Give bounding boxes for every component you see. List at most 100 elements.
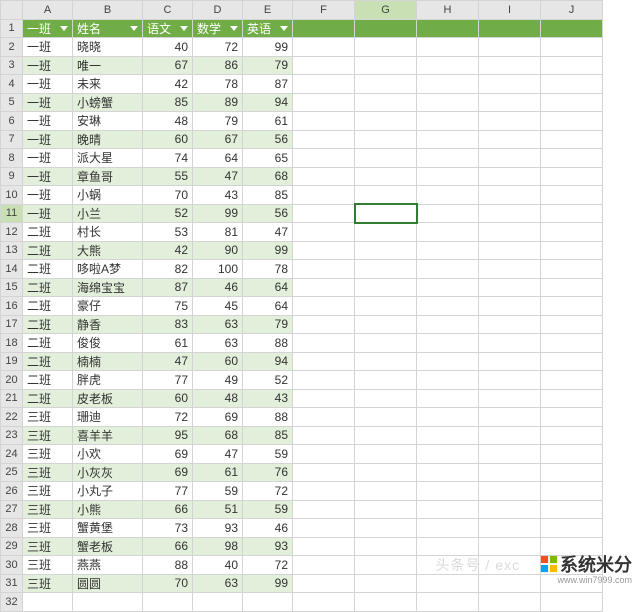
cell-I31[interactable] xyxy=(479,574,541,593)
cell-H17[interactable] xyxy=(417,315,479,334)
row-header-17[interactable]: 17 xyxy=(1,315,23,334)
cell-A11[interactable]: 一班 xyxy=(23,204,73,223)
cell-H5[interactable] xyxy=(417,93,479,112)
cell-F9[interactable] xyxy=(293,167,355,186)
cell-C9[interactable]: 55 xyxy=(143,167,193,186)
cell-I5[interactable] xyxy=(479,93,541,112)
cell-J3[interactable] xyxy=(541,56,603,75)
cell-D24[interactable]: 47 xyxy=(193,445,243,464)
row-header-4[interactable]: 4 xyxy=(1,75,23,94)
cell-H14[interactable] xyxy=(417,260,479,279)
row-header-3[interactable]: 3 xyxy=(1,56,23,75)
cell-D23[interactable]: 68 xyxy=(193,426,243,445)
header-cell-A[interactable]: 一班 xyxy=(23,19,73,38)
cell-C19[interactable]: 47 xyxy=(143,352,193,371)
cell-A2[interactable]: 一班 xyxy=(23,38,73,57)
cell-J7[interactable] xyxy=(541,130,603,149)
cell-G29[interactable] xyxy=(355,537,417,556)
row-header-28[interactable]: 28 xyxy=(1,519,23,538)
cell-G11[interactable] xyxy=(355,204,417,223)
cell-D17[interactable]: 63 xyxy=(193,315,243,334)
cell-B25[interactable]: 小灰灰 xyxy=(73,463,143,482)
cell-F12[interactable] xyxy=(293,223,355,242)
cell-C18[interactable]: 61 xyxy=(143,334,193,353)
cell-E9[interactable]: 68 xyxy=(243,167,293,186)
cell-D15[interactable]: 46 xyxy=(193,278,243,297)
row-header-18[interactable]: 18 xyxy=(1,334,23,353)
cell-D3[interactable]: 86 xyxy=(193,56,243,75)
col-header-F[interactable]: F xyxy=(293,1,355,20)
row-header-26[interactable]: 26 xyxy=(1,482,23,501)
cell-C2[interactable]: 40 xyxy=(143,38,193,57)
cell-F10[interactable] xyxy=(293,186,355,205)
cell-B7[interactable]: 晚晴 xyxy=(73,130,143,149)
cell-I9[interactable] xyxy=(479,167,541,186)
cell-B22[interactable]: 珊迪 xyxy=(73,408,143,427)
cell-D2[interactable]: 72 xyxy=(193,38,243,57)
row-header-16[interactable]: 16 xyxy=(1,297,23,316)
cell-C16[interactable]: 75 xyxy=(143,297,193,316)
cell-A14[interactable]: 二班 xyxy=(23,260,73,279)
cell-J18[interactable] xyxy=(541,334,603,353)
cell-G6[interactable] xyxy=(355,112,417,131)
cell-A12[interactable]: 二班 xyxy=(23,223,73,242)
cell-D20[interactable]: 49 xyxy=(193,371,243,390)
cell-F22[interactable] xyxy=(293,408,355,427)
cell-F27[interactable] xyxy=(293,500,355,519)
col-header-H[interactable]: H xyxy=(417,1,479,20)
cell-E13[interactable]: 99 xyxy=(243,241,293,260)
cell-C8[interactable]: 74 xyxy=(143,149,193,168)
cell-C27[interactable]: 66 xyxy=(143,500,193,519)
col-header-D[interactable]: D xyxy=(193,1,243,20)
cell-A25[interactable]: 三班 xyxy=(23,463,73,482)
cell-E25[interactable]: 76 xyxy=(243,463,293,482)
cell-G10[interactable] xyxy=(355,186,417,205)
cell-A17[interactable]: 二班 xyxy=(23,315,73,334)
cell-A15[interactable]: 二班 xyxy=(23,278,73,297)
cell-B32[interactable] xyxy=(73,593,143,612)
cell-J25[interactable] xyxy=(541,463,603,482)
cell-D26[interactable]: 59 xyxy=(193,482,243,501)
cell-F13[interactable] xyxy=(293,241,355,260)
cell-E29[interactable]: 93 xyxy=(243,537,293,556)
row-header-27[interactable]: 27 xyxy=(1,500,23,519)
cell-I20[interactable] xyxy=(479,371,541,390)
cell-E23[interactable]: 85 xyxy=(243,426,293,445)
cell-F19[interactable] xyxy=(293,352,355,371)
cell-H16[interactable] xyxy=(417,297,479,316)
cell-I32[interactable] xyxy=(479,593,541,612)
cell-D12[interactable]: 81 xyxy=(193,223,243,242)
cell-B10[interactable]: 小蜗 xyxy=(73,186,143,205)
cell-D27[interactable]: 51 xyxy=(193,500,243,519)
cell-B15[interactable]: 海绵宝宝 xyxy=(73,278,143,297)
cell-H18[interactable] xyxy=(417,334,479,353)
cell-I18[interactable] xyxy=(479,334,541,353)
cell-F2[interactable] xyxy=(293,38,355,57)
cell-D8[interactable]: 64 xyxy=(193,149,243,168)
cell-F7[interactable] xyxy=(293,130,355,149)
cell-G16[interactable] xyxy=(355,297,417,316)
cell-J11[interactable] xyxy=(541,204,603,223)
cell-J24[interactable] xyxy=(541,445,603,464)
cell-E22[interactable]: 88 xyxy=(243,408,293,427)
row-header-7[interactable]: 7 xyxy=(1,130,23,149)
row-header-15[interactable]: 15 xyxy=(1,278,23,297)
cell-I21[interactable] xyxy=(479,389,541,408)
cell-H10[interactable] xyxy=(417,186,479,205)
cell-H4[interactable] xyxy=(417,75,479,94)
cell-G23[interactable] xyxy=(355,426,417,445)
cell-B11[interactable]: 小兰 xyxy=(73,204,143,223)
header-cell-C[interactable]: 语文 xyxy=(143,19,193,38)
cell-I15[interactable] xyxy=(479,278,541,297)
cell-E4[interactable]: 87 xyxy=(243,75,293,94)
cell-E18[interactable]: 88 xyxy=(243,334,293,353)
cell-C29[interactable]: 66 xyxy=(143,537,193,556)
cell-C20[interactable]: 77 xyxy=(143,371,193,390)
cell-E10[interactable]: 85 xyxy=(243,186,293,205)
cell-J2[interactable] xyxy=(541,38,603,57)
cell-I16[interactable] xyxy=(479,297,541,316)
cell-D16[interactable]: 45 xyxy=(193,297,243,316)
cell-A8[interactable]: 一班 xyxy=(23,149,73,168)
cell-C24[interactable]: 69 xyxy=(143,445,193,464)
cell-I28[interactable] xyxy=(479,519,541,538)
